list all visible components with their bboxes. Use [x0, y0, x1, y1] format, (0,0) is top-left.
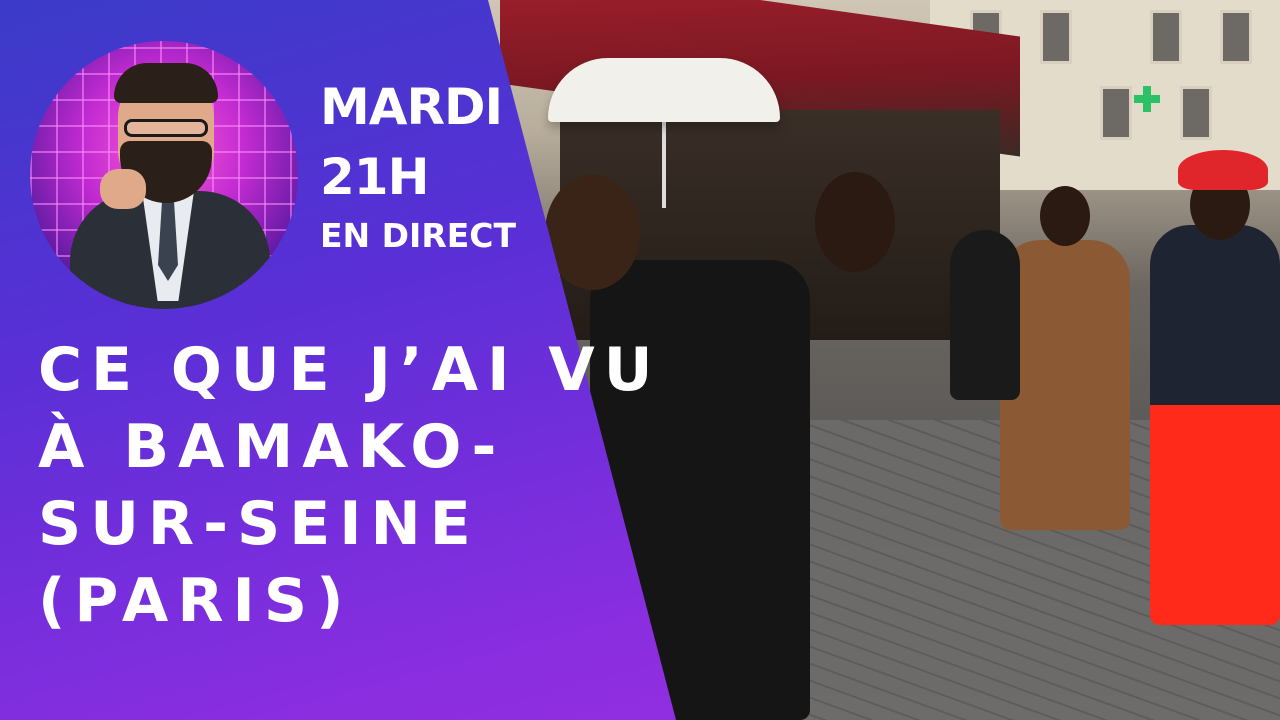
red-hat	[1178, 150, 1268, 190]
host-avatar-icon	[30, 41, 298, 309]
headline: CE QUE J’AI VU À BAMAKO- SUR-SEINE (PARI…	[38, 332, 658, 640]
pointing-hand-icon	[100, 169, 146, 209]
headline-line: SUR-SEINE	[38, 489, 480, 559]
window	[1180, 86, 1212, 140]
live-hour: 21H	[320, 148, 429, 206]
window	[1100, 86, 1132, 140]
live-status: EN DIRECT	[320, 216, 517, 255]
window	[1220, 10, 1252, 64]
pedestrian-head	[545, 175, 640, 290]
headline-line: CE QUE J’AI VU	[38, 335, 662, 405]
window	[1040, 10, 1072, 64]
market-umbrella	[548, 58, 780, 122]
live-day: MARDI	[320, 78, 503, 136]
window	[1150, 10, 1182, 64]
avatar-glasses	[124, 119, 208, 137]
pedestrian-red-trousers	[1150, 225, 1280, 625]
headline-line: (PARIS)	[38, 566, 353, 636]
umbrella-pole	[662, 118, 666, 208]
avatar-hair	[114, 63, 218, 103]
pedestrian-head	[815, 172, 895, 272]
pharmacy-cross-icon	[1134, 86, 1160, 112]
headline-line: À BAMAKO-	[38, 412, 506, 482]
pedestrian-head	[1040, 186, 1090, 246]
pedestrian-background	[950, 230, 1020, 400]
